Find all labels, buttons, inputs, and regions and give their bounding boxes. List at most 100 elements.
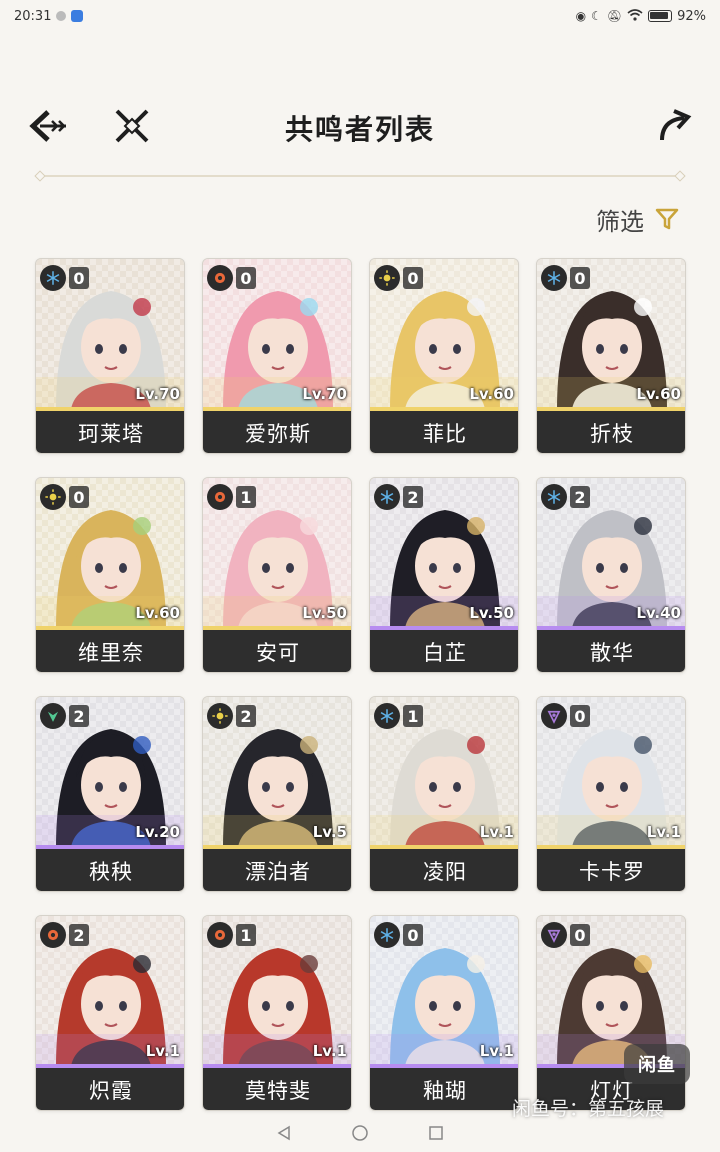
app-notification-icon [71,10,84,22]
character-name: 爱弥斯 [203,411,351,453]
character-name: 凌阳 [370,849,518,891]
character-name: 卡卡罗 [537,849,685,891]
sequence-number: 0 [69,267,89,289]
level-label: Lv.70 [302,385,347,403]
character-card[interactable]: 2 Lv.40 散华 [536,477,686,673]
character-card[interactable]: 0 Lv.60 菲比 [369,258,519,454]
character-card[interactable]: 0 Lv.60 维里奈 [35,477,185,673]
character-card[interactable]: 2 Lv.5 漂泊者 [202,696,352,892]
sequence-badge: 1 [207,922,256,948]
notification-icon [56,11,67,21]
character-card[interactable]: 0 Lv.70 珂莱塔 [35,258,185,454]
sequence-number: 0 [570,924,590,946]
character-name: 珂莱塔 [36,411,184,453]
battery-icon [648,10,673,22]
moon-icon: ☾ [591,9,602,23]
sequence-number: 2 [69,924,89,946]
sequence-number: 2 [236,705,256,727]
battery-percent: 92% [677,8,706,24]
glacio-icon [541,484,567,510]
character-card[interactable]: 1 Lv.1 凌阳 [369,696,519,892]
mute-icon: 🔕︎ [606,9,623,23]
nav-back-button[interactable] [274,1123,294,1143]
nav-home-button[interactable] [350,1123,370,1143]
character-name: 漂泊者 [203,849,351,891]
sequence-number: 2 [403,486,423,508]
status-bar-left: 20:31 [14,8,84,24]
character-name: 莫特斐 [203,1068,351,1110]
character-card[interactable]: 0 Lv.70 爱弥斯 [202,258,352,454]
sequence-number: 0 [236,267,256,289]
character-card[interactable]: 0 Lv.60 折枝 [536,258,686,454]
sequence-badge: 1 [374,703,423,729]
level-label: Lv.1 [646,823,681,841]
character-card[interactable]: 2 Lv.20 秧秧 [35,696,185,892]
character-name: 折枝 [537,411,685,453]
character-name: 炽霞 [36,1068,184,1110]
fusion-icon [207,922,233,948]
sequence-number: 0 [69,486,89,508]
status-time: 20:31 [14,8,52,24]
header-divider [34,170,686,182]
level-label: Lv.50 [302,604,347,622]
sequence-number: 0 [570,705,590,727]
level-label: Lv.60 [469,385,514,403]
sequence-badge: 2 [40,703,89,729]
triangle-back-icon [277,1125,290,1141]
level-label: Lv.1 [479,823,514,841]
character-name: 散华 [537,630,685,672]
sequence-badge: 2 [40,922,89,948]
character-card[interactable]: 2 Lv.50 白芷 [369,477,519,673]
sequence-badge: 0 [374,922,423,948]
sequence-number: 1 [236,486,256,508]
sequence-badge: 2 [541,484,590,510]
sequence-badge: 0 [40,484,89,510]
status-bar-right: ◉ ☾ 🔕︎ 92% [576,9,706,24]
filter-label: 筛选 [596,207,644,236]
glacio-icon [541,265,567,291]
character-grid: 0 Lv.70 珂莱塔 0 Lv.70 爱弥斯 0 Lv.60 菲比 0 Lv.60 折枝 0 Lv.60… [35,258,686,1111]
sequence-number: 1 [236,924,256,946]
filter-funnel-icon [655,208,679,230]
character-name: 维里奈 [36,630,184,672]
spectro-icon [374,265,400,291]
level-label: Lv.70 [135,385,180,403]
fusion-icon [40,922,66,948]
character-name: 釉瑚 [370,1068,518,1110]
sequence-number: 0 [403,924,423,946]
character-card[interactable]: 1 Lv.50 安可 [202,477,352,673]
level-label: Lv.1 [145,1042,180,1060]
sequence-number: 2 [69,705,89,727]
character-card[interactable]: 0 Lv.1 釉瑚 [369,915,519,1111]
sequence-badge: 0 [374,265,423,291]
spectro-icon [40,484,66,510]
glacio-icon [374,703,400,729]
character-card[interactable]: 0 Lv.1 卡卡罗 [536,696,686,892]
character-card[interactable]: 1 Lv.1 莫特斐 [202,915,352,1111]
glacio-icon [374,922,400,948]
level-label: Lv.50 [469,604,514,622]
glacio-icon [374,484,400,510]
sequence-badge: 0 [541,265,590,291]
sequence-badge: 0 [207,265,256,291]
level-label: Lv.60 [636,385,681,403]
level-label: Lv.40 [636,604,681,622]
filter-button[interactable]: 筛选 [596,202,680,236]
sequence-number: 0 [570,267,590,289]
share-button[interactable] [652,104,696,148]
page-title: 共鸣者列表 [284,113,435,146]
level-label: Lv.5 [312,823,347,841]
watermark-badge: 闲鱼 [624,1044,690,1084]
sequence-badge: 0 [541,922,590,948]
sequence-badge: 0 [541,703,590,729]
nav-recents-button[interactable] [426,1123,446,1143]
spectro-icon [207,703,233,729]
eye-icon: ◉ [575,9,587,23]
sequence-badge: 2 [207,703,256,729]
glacio-icon [40,265,66,291]
character-card[interactable]: 2 Lv.1 炽霞 [35,915,185,1111]
sequence-badge: 0 [40,265,89,291]
level-label: Lv.1 [479,1042,514,1060]
level-label: Lv.20 [135,823,180,841]
level-label: Lv.60 [135,604,180,622]
